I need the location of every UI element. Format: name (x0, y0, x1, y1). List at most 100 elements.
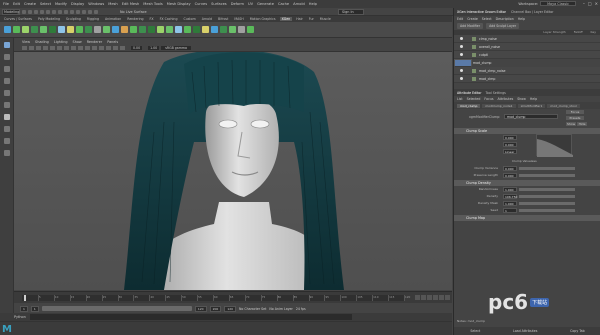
step-back-icon[interactable] (421, 295, 426, 300)
time-track[interactable]: 5 10 15 20 25 30 35 40 45 50 55 60 65 70 75 80 85 90 95 100… (22, 295, 410, 301)
layer-menu-description[interactable]: Description (496, 17, 514, 21)
attr-value-field[interactable]: 1.000 (503, 201, 517, 206)
select-object-icon[interactable] (58, 9, 62, 14)
film-gate-icon[interactable] (57, 46, 62, 50)
tab-attribute-editor[interactable]: Attribute Editor (457, 91, 482, 95)
time-slider[interactable]: 5 10 15 20 25 30 35 40 45 50 55 60 65 70 75 80 85 90 95 100… (14, 291, 452, 303)
shelf-tool-icon[interactable] (166, 26, 173, 33)
modifier-row[interactable]: mod_clmp (454, 75, 600, 83)
shadows-icon[interactable] (99, 46, 104, 50)
shelf-tab-custom[interactable]: Custom (181, 17, 197, 21)
persp-outliner-icon[interactable] (3, 138, 10, 144)
shelf-tab-hair[interactable]: Hair (294, 17, 305, 21)
clump-valueless-row[interactable]: Clump Valueless (454, 158, 600, 165)
tab-channel-box[interactable]: Channel Box / Layer Editor (511, 10, 553, 14)
layer-menu-create[interactable]: Create (467, 17, 478, 21)
shelf-tool-icon[interactable] (103, 26, 110, 33)
fps-dropdown[interactable]: 24 fps (296, 307, 306, 311)
four-view-icon[interactable] (3, 126, 10, 132)
attr-value-field[interactable]: 0.000 (503, 166, 517, 171)
close-icon[interactable]: × (595, 1, 598, 6)
show-button[interactable]: Show (566, 122, 576, 126)
character-set-dropdown[interactable]: No Character Set (239, 307, 266, 311)
menu-item-modify[interactable]: Modify (55, 2, 67, 6)
node-tab[interactable]: mod_clump (457, 103, 481, 108)
maximize-icon[interactable]: □ (588, 1, 592, 6)
render-icon[interactable] (88, 9, 92, 14)
menu-item-deform[interactable]: Deform (231, 2, 244, 6)
viewport-menu-lighting[interactable]: Lighting (54, 40, 68, 44)
snap-curve-icon[interactable] (76, 9, 80, 14)
open-scene-icon[interactable] (28, 9, 32, 14)
node-tab[interactable]: modClump_node1 (482, 103, 516, 108)
redo-icon[interactable] (46, 9, 50, 14)
menu-item-arnold[interactable]: Arnold (293, 2, 305, 6)
menu-item-select[interactable]: Select (40, 2, 51, 6)
viewport-menu-renderer[interactable]: Renderer (87, 40, 102, 44)
minimize-icon[interactable]: – (583, 1, 585, 6)
textured-icon[interactable] (85, 46, 90, 50)
wireframe-icon[interactable] (71, 46, 76, 50)
colorspace-dropdown[interactable]: sRGB gamma (161, 46, 191, 50)
attr-value-field[interactable]: 0.000 (503, 142, 517, 147)
shelf-tab-bifrost[interactable]: Bifrost (216, 17, 230, 21)
end-time-field[interactable]: 200 (209, 305, 222, 312)
layer-menu-edit[interactable]: Edit (457, 17, 463, 21)
tab-tool-settings[interactable]: Tool Settings (486, 91, 506, 95)
select-tool-icon[interactable] (3, 42, 10, 48)
attr-value-field[interactable]: 1 (503, 208, 517, 213)
section-clump-map[interactable]: Clump Map (454, 215, 600, 221)
playback-end-field[interactable]: 120 (194, 305, 207, 312)
shelf-tool-icon[interactable] (130, 26, 137, 33)
workspace-dropdown[interactable]: Maya Classic (540, 1, 576, 6)
clump-scale-ramp[interactable] (536, 134, 573, 157)
add-modifier-button[interactable]: Add Modifier (457, 23, 484, 29)
menu-item-generate[interactable]: Generate (257, 2, 274, 6)
attr-value-field[interactable]: 0.000 (503, 173, 517, 178)
hide-button[interactable]: Hide (577, 122, 587, 126)
shelf-tool-icon[interactable] (58, 26, 65, 33)
modifier-row[interactable]: clmp_noise (454, 35, 600, 43)
attr-slider[interactable] (519, 195, 575, 198)
menu-item-create[interactable]: Create (24, 2, 36, 6)
shelf-tool-icon[interactable] (157, 26, 164, 33)
modifier-row[interactable]: overall_noise (454, 43, 600, 51)
modifier-row[interactable]: cutptl (454, 51, 600, 59)
shelf-tool-icon[interactable] (220, 26, 227, 33)
add-sculpt-layer-button[interactable]: Add Sculpt Layer (486, 23, 520, 29)
isolate-icon[interactable] (113, 46, 118, 50)
start-time-field[interactable]: 1 (20, 305, 28, 312)
sign-in-button[interactable]: Sign In (338, 9, 364, 15)
attr-menu-list[interactable]: List (457, 97, 463, 101)
viewport-menu-view[interactable]: View (22, 40, 30, 44)
menu-item-help[interactable]: Help (309, 2, 317, 6)
shelf-tab-fur[interactable]: Fur (307, 17, 316, 21)
shelf-tab-arnold[interactable]: Arnold (200, 17, 214, 21)
shelf-tool-icon[interactable] (85, 26, 92, 33)
grid-icon[interactable] (50, 46, 55, 50)
shelf-tool-icon[interactable] (94, 26, 101, 33)
viewport-menu-show[interactable]: Show (73, 40, 82, 44)
attr-slider[interactable] (519, 202, 575, 205)
step-forward-icon[interactable] (439, 295, 444, 300)
outliner-icon[interactable] (3, 150, 10, 156)
shelf-tool-icon[interactable] (13, 26, 20, 33)
shelf-tab-poly-modeling[interactable]: Poly Modeling (36, 17, 62, 21)
shelf-tab-motion-graphics[interactable]: Motion Graphics (248, 17, 278, 21)
modifier-row[interactable]: mod_clmp_noise (454, 67, 600, 75)
visibility-icon[interactable] (460, 53, 463, 56)
tab-xgen-groom-editor[interactable]: XGen Interactive Groom Editor (457, 10, 506, 14)
snap-point-icon[interactable] (82, 9, 86, 14)
move-tool-icon[interactable] (3, 78, 10, 84)
layer-menu-help[interactable]: Help (518, 17, 525, 21)
shelf-tool-icon[interactable] (22, 26, 29, 33)
shelf-tool-icon[interactable] (211, 26, 218, 33)
visibility-icon[interactable] (460, 37, 463, 40)
resolution-gate-icon[interactable] (64, 46, 69, 50)
load-attributes-button[interactable]: Load Attributes (513, 329, 537, 333)
go-start-icon[interactable] (415, 295, 420, 300)
copy-tab-button[interactable]: Copy Tab (570, 329, 585, 333)
menu-item-mesh-tools[interactable]: Mesh Tools (143, 2, 162, 6)
anim-layer-dropdown[interactable]: No Anim Layer (269, 307, 292, 311)
shelf-tab-fx-caching[interactable]: FX Caching (158, 17, 180, 21)
